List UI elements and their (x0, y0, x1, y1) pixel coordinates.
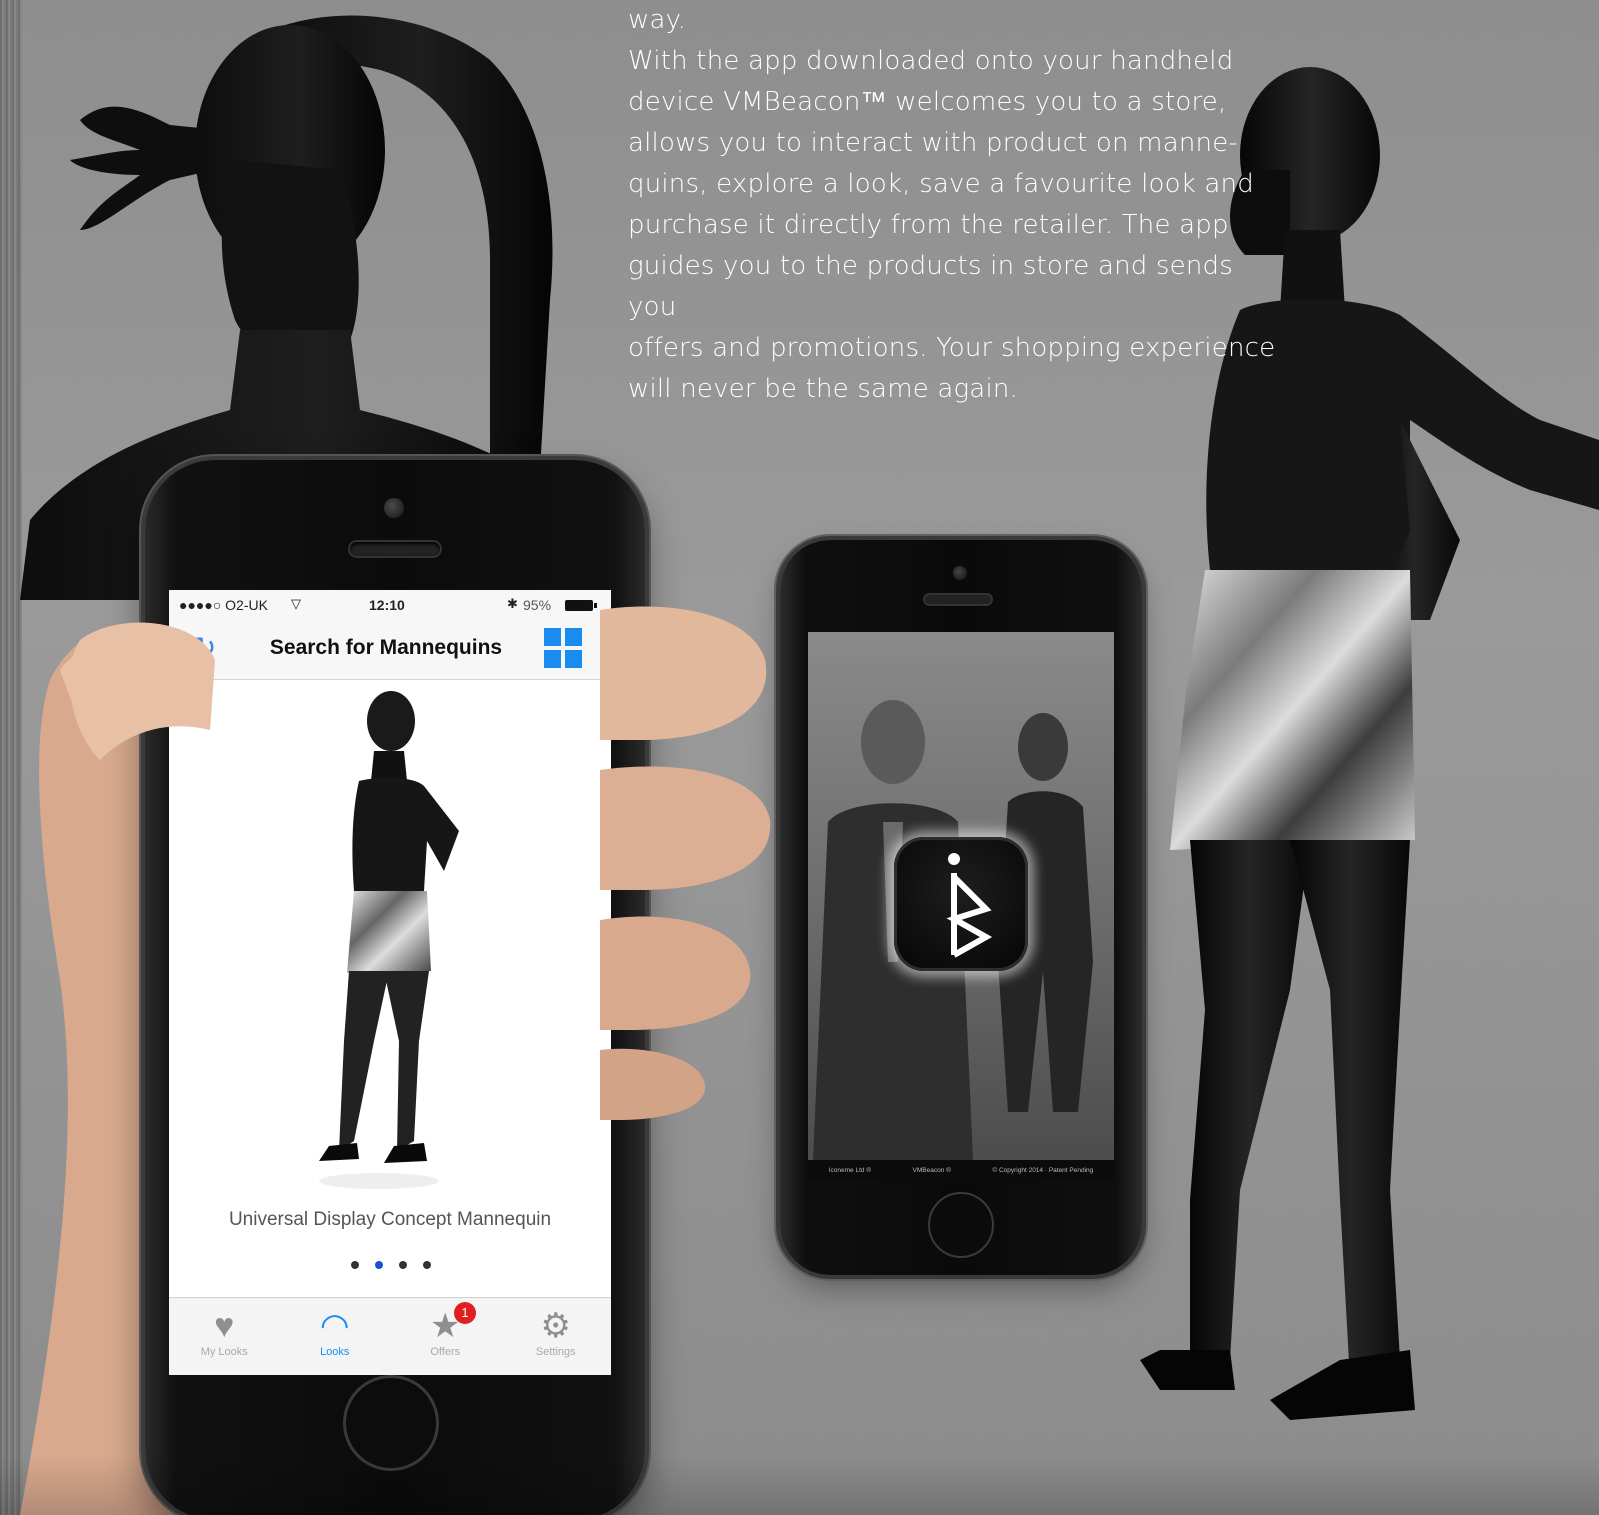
earpiece-speaker (925, 595, 991, 604)
intro-line: device VMBeacon™ welcomes you to a store… (628, 87, 1227, 117)
page-indicator[interactable] (351, 1261, 431, 1271)
notification-badge: 1 (454, 1302, 476, 1324)
tab-my-looks[interactable]: ♥ My Looks (169, 1298, 280, 1375)
grid-view-icon[interactable] (544, 628, 582, 668)
left-border-strip (0, 0, 22, 1515)
intro-line: way. (628, 5, 686, 35)
tab-looks[interactable]: ◠ Looks (280, 1298, 391, 1375)
tab-offers[interactable]: ★ 1 Offers (390, 1298, 501, 1375)
gear-icon: ⚙ (540, 1307, 571, 1345)
footer-text: VMBeacon ® (912, 1166, 951, 1174)
mannequin-product-image[interactable] (169, 681, 611, 1201)
intro-line: allows you to interact with product on m… (628, 128, 1238, 158)
tab-label: Looks (320, 1346, 350, 1358)
battery-percent: 95% (523, 597, 552, 613)
intro-line: offers and promotions. Your shopping exp… (628, 333, 1276, 363)
bluetooth-icon: ✱ (507, 596, 518, 611)
tab-settings[interactable]: ⚙ Settings (501, 1298, 612, 1375)
footer-text: © Copyright 2014 · Patent Pending (992, 1166, 1094, 1174)
splash-screen: Iconeme Ltd ® VMBeacon ® © Copyright 201… (808, 632, 1114, 1180)
wifi-icon: ▽ (291, 596, 301, 611)
battery-icon (565, 600, 597, 611)
tab-label: Settings (535, 1346, 576, 1358)
footer-text: Iconeme Ltd ® (828, 1166, 872, 1174)
intro-line: quins, explore a look, save a favourite … (628, 169, 1254, 199)
page-dot-active[interactable] (375, 1261, 383, 1269)
vmbeacon-logo-icon[interactable] (894, 837, 1028, 971)
tab-bar: ♥ My Looks ◠ Looks ★ 1 Offers ⚙ Settings (169, 1297, 611, 1375)
secondary-phone: Iconeme Ltd ® VMBeacon ® © Copyright 201… (780, 540, 1142, 1275)
hand-fingers-image (600, 600, 780, 1124)
splash-footer: Iconeme Ltd ® VMBeacon ® © Copyright 201… (808, 1160, 1114, 1180)
clock: 12:10 (369, 597, 405, 613)
bottom-shadow (0, 1455, 1599, 1515)
earpiece-speaker (350, 542, 440, 556)
home-button[interactable] (928, 1192, 994, 1258)
status-bar: ●●●●○ O2-UK ▽ 12:10 ✱ 95% (169, 590, 611, 620)
carousel[interactable]: Universal Display Concept Mannequin (169, 681, 611, 1296)
wifi-icon: ◠ (319, 1307, 350, 1345)
intro-line: purchase it directly from the retailer. … (628, 210, 1229, 240)
page-dot[interactable] (423, 1261, 431, 1269)
heart-icon: ♥ (214, 1307, 235, 1345)
front-camera (384, 498, 404, 518)
page-dot[interactable] (399, 1261, 407, 1269)
hand-thumb-image (40, 610, 220, 814)
tab-label: My Looks (200, 1346, 248, 1358)
page-title: Search for Mannequins (269, 636, 503, 659)
star-icon: ★ (430, 1307, 461, 1345)
main-phone: ●●●●○ O2-UK ▽ 12:10 ✱ 95% ↻ Search for M… (145, 460, 645, 1515)
tab-label: Offers (430, 1346, 461, 1358)
page-dot[interactable] (351, 1261, 359, 1269)
intro-text: way. With the app downloaded onto your h… (628, 0, 1288, 410)
intro-line: guides you to the products in store and … (628, 251, 1234, 322)
product-title: Universal Display Concept Mannequin (228, 1209, 552, 1230)
app-screen: ●●●●○ O2-UK ▽ 12:10 ✱ 95% ↻ Search for M… (169, 590, 611, 1375)
intro-line: will never be the same again. (628, 374, 1019, 404)
navigation-bar: ↻ Search for Mannequins (169, 620, 611, 680)
intro-line: With the app downloaded onto your handhe… (628, 46, 1234, 76)
front-camera (953, 566, 967, 580)
